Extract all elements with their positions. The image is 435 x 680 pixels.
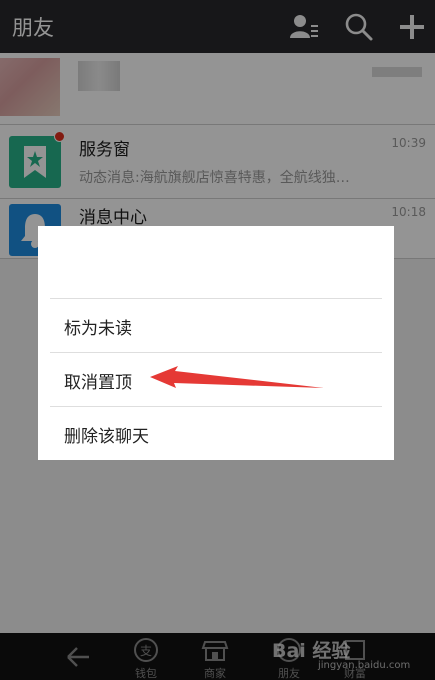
option-label: 删除该聊天 bbox=[64, 427, 149, 447]
unpin-option[interactable]: 取消置顶 bbox=[38, 353, 394, 406]
option-label: 取消置顶 bbox=[64, 373, 132, 393]
context-menu-dialog: 标为未读 取消置顶 删除该聊天 bbox=[38, 226, 394, 460]
mark-unread-option[interactable]: 标为未读 bbox=[38, 299, 394, 352]
delete-chat-option[interactable]: 删除该聊天 bbox=[38, 407, 394, 460]
option-label: 标为未读 bbox=[64, 319, 132, 339]
